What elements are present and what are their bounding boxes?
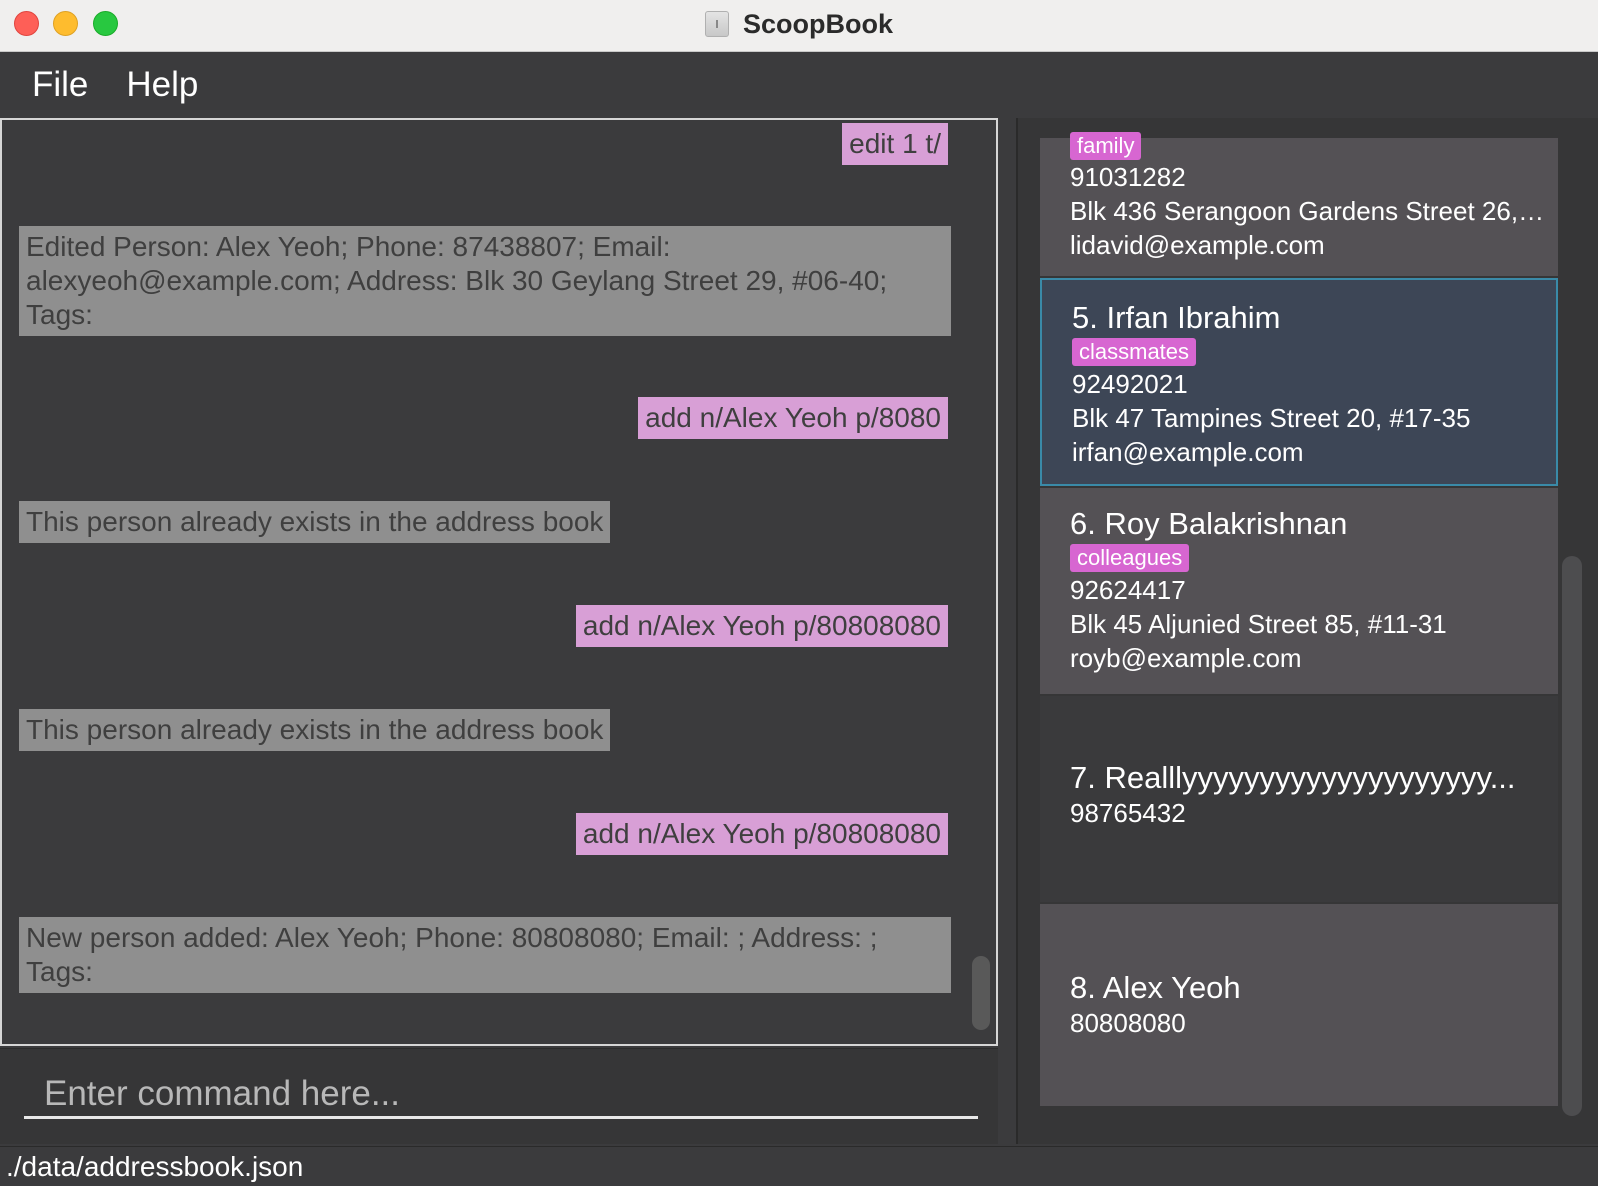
person-tag: classmates — [1072, 338, 1197, 366]
title-bar: ScoopBook — [0, 0, 1598, 52]
person-tag: colleagues — [1070, 544, 1190, 572]
person-name: 6. Roy Balakrishnan — [1070, 506, 1348, 541]
result-scrollbar-thumb[interactable] — [972, 956, 990, 1030]
person-phone: 92492021 — [1072, 369, 1188, 399]
menu-file[interactable]: File — [32, 65, 88, 105]
person-name: 8. Alex Yeoh — [1070, 970, 1241, 1005]
person-tag: family — [1070, 132, 1142, 160]
menu-help[interactable]: Help — [126, 65, 198, 105]
person-list-panel[interactable]: family 91031282 Blk 436 Serangoon Garden… — [1016, 118, 1598, 1144]
person-card[interactable]: family 91031282 Blk 436 Serangoon Garden… — [1040, 132, 1558, 276]
response-bubble: Edited Person: Alex Yeoh; Phone: 8743880… — [19, 226, 951, 336]
data-file-path: ./data/addressbook.json — [6, 1151, 304, 1182]
person-list-scrollbar-thumb[interactable] — [1562, 556, 1582, 1116]
person-address: Blk 436 Serangoon Gardens Street 26, #1.… — [1070, 196, 1545, 226]
person-name: 5. Irfan Ibrahim — [1072, 300, 1281, 335]
result-display-panel[interactable]: edit 1 t/ Edited Person: Alex Yeoh; Phon… — [0, 118, 998, 1046]
person-phone: 91031282 — [1070, 162, 1186, 192]
person-phone: 92624417 — [1070, 575, 1186, 605]
command-bubble: add n/Alex Yeoh p/8080 — [638, 397, 948, 439]
response-bubble: New person added: Alex Yeoh; Phone: 8080… — [19, 917, 951, 993]
command-bubble: add n/Alex Yeoh p/80808080 — [575, 605, 948, 647]
person-address: Blk 47 Tampines Street 20, #17-35 — [1072, 403, 1471, 433]
person-card[interactable]: 8. Alex Yeoh 80808080 — [1040, 904, 1558, 1106]
person-name: 7. Realllyyyyyyyyyyyyyyyyyyyy... — [1070, 760, 1516, 795]
command-bubble: add n/Alex Yeoh p/80808080 — [575, 813, 948, 855]
person-card-selected[interactable]: 5. Irfan Ibrahim classmates 92492021 Blk… — [1040, 278, 1558, 486]
person-address: Blk 45 Aljunied Street 85, #11-31 — [1070, 609, 1447, 639]
command-input[interactable] — [24, 1071, 978, 1119]
app-icon — [704, 11, 729, 37]
window-title: ScoopBook — [742, 8, 893, 39]
response-bubble: This person already exists in the addres… — [19, 709, 611, 751]
person-email: lidavid@example.com — [1070, 230, 1325, 260]
person-card[interactable]: 7. Realllyyyyyyyyyyyyyyyyyyyy... 9876543… — [1040, 696, 1558, 902]
command-box — [0, 1048, 998, 1144]
menu-bar: File Help — [0, 53, 1598, 117]
window-title-group: ScoopBook — [0, 0, 1598, 48]
person-phone: 80808080 — [1070, 1008, 1186, 1038]
person-card[interactable]: 6. Roy Balakrishnan colleagues 92624417 … — [1040, 488, 1558, 694]
person-email: royb@example.com — [1070, 643, 1302, 673]
person-email: irfan@example.com — [1072, 437, 1304, 467]
person-phone: 98765432 — [1070, 798, 1186, 828]
command-bubble: edit 1 t/ — [842, 123, 948, 165]
response-bubble: This person already exists in the addres… — [19, 501, 611, 543]
status-bar: ./data/addressbook.json — [0, 1146, 1598, 1186]
